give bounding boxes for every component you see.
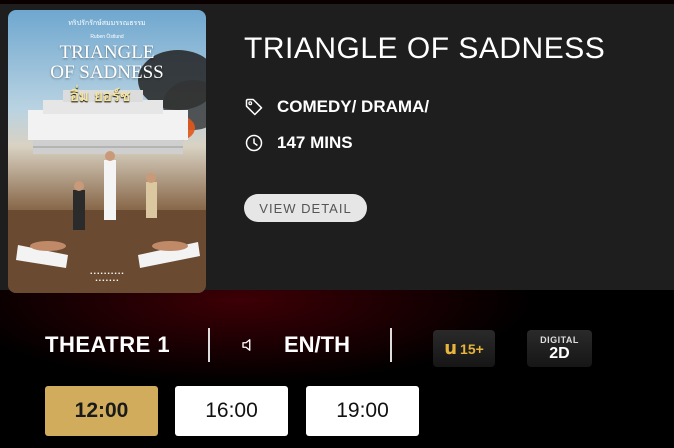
rating-age: 15+ xyxy=(460,340,484,357)
poster-footer: ▪ ▪ ▪ ▪ ▪ ▪ ▪ ▪ ▪ ▪ ▪ ▪ ▪ ▪ ▪ ▪ ▪ xyxy=(90,271,124,284)
format-top: DIGITAL xyxy=(540,335,579,345)
movie-card: ทริปรักรักษ์สมมรรณธรรม Ruben Östlund TRI… xyxy=(0,4,674,293)
duration-row: 147 MINS xyxy=(244,133,353,153)
view-detail-button[interactable]: VIEW DETAIL xyxy=(244,194,367,222)
genre-label: COMEDY/ DRAMA/ xyxy=(277,97,430,116)
movie-poster[interactable]: ทริปรักรักษ์สมมรรณธรรม Ruben Östlund TRI… xyxy=(8,10,206,293)
poster-title-line1: TRIANGLE xyxy=(59,42,155,63)
showtime-button[interactable]: 12:00 xyxy=(45,386,158,436)
format-bottom: 2D xyxy=(549,345,570,362)
poster-thai-title: อิ่ม ยอร์ช xyxy=(70,87,131,105)
tag-icon xyxy=(245,98,263,116)
genre-row: COMEDY/ DRAMA/ xyxy=(244,97,429,117)
divider xyxy=(390,328,392,362)
duration-label: 147 MINS xyxy=(277,133,353,152)
poster-credit: Ruben Östlund xyxy=(90,34,124,40)
session-info-bar: THEATRE 1 EN/TH u 15+ DIGITAL 2D xyxy=(0,325,674,367)
showtime-button[interactable]: 16:00 xyxy=(175,386,288,436)
poster-title: TRIANGLE OF SADNESS xyxy=(8,43,206,83)
divider xyxy=(208,328,210,362)
showtime-button[interactable]: 19:00 xyxy=(306,386,419,436)
format-badge: DIGITAL 2D xyxy=(527,330,592,367)
rating-letter: u xyxy=(444,338,458,359)
poster-tagline: ทริปรักรักษ์สมมรรณธรรม xyxy=(68,20,146,27)
rating-badge: u 15+ xyxy=(433,330,495,367)
movie-title: TRIANGLE OF SADNESS xyxy=(244,32,606,65)
clock-icon xyxy=(245,134,263,152)
speaker-icon xyxy=(242,339,251,351)
poster-title-line2: OF SADNESS xyxy=(50,62,164,83)
theatre-label: THEATRE 1 xyxy=(45,332,171,357)
language-label: EN/TH xyxy=(284,332,350,357)
